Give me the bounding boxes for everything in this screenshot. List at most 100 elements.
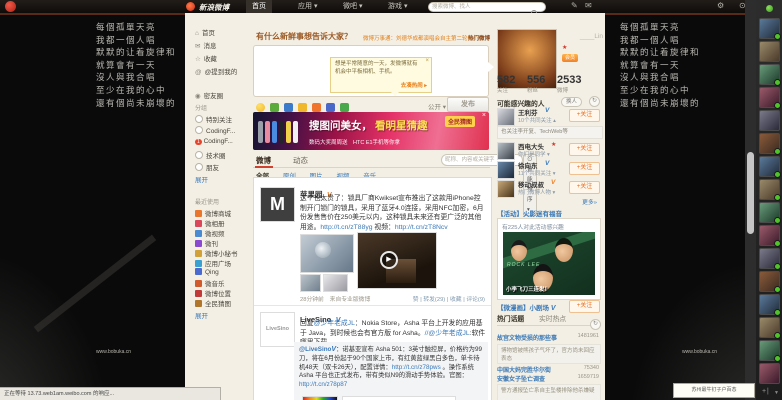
quoted-color-thumb[interactable] [302, 396, 338, 400]
sidebar-item-favorites[interactable]: ☆收藏 [195, 53, 217, 63]
person-relation[interactable]: 你们是同学 ▾ [518, 150, 550, 158]
contact-avatar[interactable] [759, 248, 780, 269]
post-time[interactable]: 28分钟前 [300, 297, 324, 303]
more-people-link[interactable]: 更多» [582, 197, 597, 206]
topics-refresh-icon[interactable]: ↻ [590, 319, 601, 330]
follow-button[interactable]: +关注 [569, 109, 600, 122]
contact-avatar[interactable] [759, 87, 780, 108]
post-photo-thumb[interactable] [300, 234, 354, 273]
activity-account-link[interactable]: 【微漫画】小剧场 V [497, 302, 555, 312]
mention-link[interactable]: @少年老成JL [314, 320, 355, 327]
app-item[interactable]: 微博小秘书 [195, 248, 238, 258]
topic-icon[interactable] [298, 103, 307, 112]
app-item[interactable]: 应用广场 [195, 258, 231, 268]
topic-link[interactable]: 故宫文物受损的那些事 [497, 333, 567, 342]
repost-chain-link[interactable]: //@少年老成JL [425, 330, 470, 337]
post-small-thumb[interactable] [300, 274, 321, 292]
group-coding-1[interactable]: CodingF... [195, 126, 235, 135]
avatar[interactable] [497, 180, 515, 198]
video-icon[interactable] [284, 103, 293, 112]
app-item[interactable]: 全民猜图 [195, 298, 231, 308]
followers-count[interactable]: 556 [527, 74, 545, 86]
post-small-thumb[interactable] [323, 274, 348, 292]
browser-scrollbar[interactable] [745, 0, 756, 400]
app-item[interactable]: 微博位置 [195, 288, 231, 298]
promo-link[interactable]: 热门微博 [468, 34, 490, 42]
app-item[interactable]: 微相册 [195, 218, 225, 228]
promo-text[interactable]: 微博万事通：刘德华成都演唱会自主第二轮特价中 [363, 34, 484, 42]
repost-action[interactable]: 转发(29) [423, 297, 445, 303]
vip-badge[interactable]: 会员 [562, 54, 578, 62]
group-special-follow[interactable]: 特别关注 [195, 114, 232, 124]
follow-button[interactable]: +关注 [569, 143, 600, 156]
apps-expand-link[interactable]: 展开 [195, 310, 208, 320]
group-tech[interactable]: 技术圈 [195, 150, 226, 160]
sidebar-item-close-friends[interactable]: ◉密友圈 [195, 90, 223, 100]
contact-avatar[interactable] [759, 18, 780, 39]
refresh-icon[interactable]: ↻ [589, 96, 600, 107]
post-video-thumb[interactable]: ▶ [357, 232, 437, 289]
quoted-link[interactable]: http://t.cn/z78pws [392, 364, 441, 371]
emoticon-icon[interactable] [256, 103, 265, 112]
sina-logo-icon[interactable] [5, 1, 16, 12]
avatar[interactable] [497, 142, 515, 160]
tab-hot-topics[interactable]: 热门话题 [497, 313, 524, 323]
dice-icon[interactable] [312, 103, 321, 112]
app-item[interactable]: 微视频 [195, 228, 225, 238]
avatar[interactable]: M [260, 187, 295, 222]
person-relation[interactable]: 11个共同关注 ▾ [518, 169, 556, 177]
image-icon[interactable] [270, 103, 279, 112]
person-relation[interactable]: 热门微博人物 ▾ [518, 188, 555, 196]
like-action[interactable]: 赞 [413, 297, 419, 303]
app-item[interactable]: Qing [195, 268, 219, 276]
ad-banner[interactable]: 搜图问美女， 看明星猜趣 全民猜图 数码大奖周周送 HTC E1手机等你拿 × [253, 112, 489, 150]
nav-home[interactable]: 首页 [246, 0, 272, 13]
following-count[interactable]: 582 [497, 74, 515, 86]
contact-avatar[interactable] [759, 340, 780, 361]
contact-avatar[interactable] [759, 156, 780, 177]
nav-games[interactable]: 游戏 ▾ [382, 0, 413, 13]
contact-avatar[interactable] [759, 41, 780, 62]
contact-avatar[interactable] [759, 133, 780, 154]
scroll-down-icon[interactable]: ▼ [774, 390, 779, 396]
weibo-count[interactable]: 2533 [557, 74, 581, 86]
favorite-action[interactable]: 收藏 [450, 297, 462, 303]
sidebar-item-home[interactable]: ⌂首页 [195, 27, 215, 37]
online-status-icon[interactable] [766, 5, 773, 12]
nav-weiba[interactable]: 微吧 ▾ [337, 0, 368, 13]
activity-card[interactable]: 有225人对此活动感兴趣 ROCK LEE 小李飞刀三连发！ [497, 218, 601, 300]
publish-button[interactable]: 发布 [447, 97, 489, 112]
emoji-jiong-icon[interactable] [326, 103, 335, 112]
contact-avatar[interactable] [759, 64, 780, 85]
comment-action[interactable]: 评论(9) [466, 297, 485, 303]
topic-link[interactable]: 中国大妈完胜华尔街 [497, 365, 551, 374]
group-coding-2[interactable]: 1 CodingF... [195, 138, 233, 145]
activity-image[interactable]: ROCK LEE 小李飞刀三连发！ [503, 232, 595, 295]
post-link[interactable]: http://t.cn/zT8Ncv [395, 224, 448, 231]
visibility-dropdown[interactable]: 公开 ▾ [428, 101, 446, 111]
profile-name[interactable]: ____Lin [553, 33, 603, 40]
quoted-author[interactable]: @LiveSino [299, 346, 331, 353]
tooltip-close-icon[interactable]: × [425, 58, 429, 66]
avatar[interactable] [497, 161, 515, 179]
sidebar-item-messages[interactable]: ✉消息 [195, 40, 216, 50]
contact-avatar[interactable] [759, 317, 780, 338]
follow-button[interactable]: +关注 [569, 181, 600, 194]
group-friends[interactable]: 朋友 [195, 162, 219, 172]
nav-apps[interactable]: 应用 ▾ [292, 0, 323, 13]
shuffle-people-button[interactable]: 换人 [561, 97, 582, 107]
scrollbar-thumb[interactable] [747, 152, 754, 234]
contact-avatar[interactable] [759, 179, 780, 200]
tab-weibo[interactable]: 微博 [256, 155, 271, 166]
weibo-eye-icon[interactable] [186, 2, 195, 11]
activity-title-link[interactable]: 【活动】火影迷有福音 [497, 208, 562, 218]
follow-button[interactable]: +关注 [569, 300, 600, 313]
banner-close-icon[interactable]: × [482, 112, 486, 119]
quoted-link[interactable]: http://t.cn/z78p87 [299, 381, 347, 388]
tooltip-link[interactable]: 去凑热闹 ▸ [401, 83, 427, 91]
tab-activity[interactable]: 动态 [293, 155, 308, 166]
long-weibo-icon[interactable] [340, 103, 349, 112]
compose-icon[interactable]: ✎ [571, 1, 578, 10]
app-item[interactable]: 微音乐 [195, 278, 225, 288]
contact-avatar[interactable] [759, 202, 780, 223]
